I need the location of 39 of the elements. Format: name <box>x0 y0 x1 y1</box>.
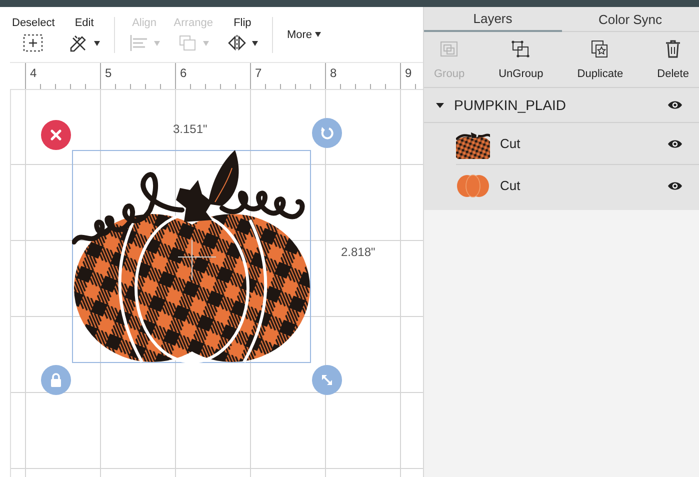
duplicate-button[interactable]: Duplicate <box>573 32 628 87</box>
ungroup-button[interactable]: UnGroup <box>494 32 548 87</box>
lock-handle[interactable] <box>41 365 71 395</box>
resize-handle[interactable] <box>312 365 342 395</box>
height-dimension: 2.818" <box>341 245 376 259</box>
ruler-number: 6 <box>175 63 250 89</box>
flip-icon <box>226 34 247 52</box>
rotate-handle[interactable] <box>312 118 342 148</box>
width-dimension: 3.151" <box>173 122 208 136</box>
deselect-button[interactable]: Deselect <box>12 17 55 52</box>
layer-name[interactable]: Cut <box>500 178 667 193</box>
delete-button[interactable]: Delete <box>653 32 693 87</box>
expand-toggle-icon[interactable] <box>436 102 444 108</box>
eye-icon[interactable] <box>667 180 683 192</box>
flip-button[interactable]: Flip <box>226 17 258 52</box>
delete-handle[interactable] <box>41 120 71 150</box>
group-icon <box>439 40 460 58</box>
rotate-icon <box>320 126 334 140</box>
lock-icon <box>50 373 62 387</box>
eye-icon[interactable] <box>667 138 683 150</box>
layer-group-name[interactable]: PUMPKIN_PLAID <box>454 97 667 113</box>
more-button[interactable]: More <box>286 28 321 40</box>
ungroup-icon <box>510 40 531 58</box>
layer-name[interactable]: Cut <box>500 136 667 151</box>
ruler-number: 7 <box>250 63 325 89</box>
panel-tab[interactable]: Layers <box>424 7 562 32</box>
close-icon <box>50 129 62 141</box>
panel-tab[interactable]: Color Sync <box>562 7 699 32</box>
dashed-box-icon <box>23 34 44 52</box>
edit-button[interactable]: Edit <box>68 17 100 52</box>
eye-icon[interactable] <box>667 99 683 111</box>
stacked-squares-icon <box>178 34 198 52</box>
ruler-number: 4 <box>25 63 100 89</box>
ruler-number: 5 <box>100 63 175 89</box>
resize-arrows-icon <box>321 374 333 386</box>
align-left-icon <box>128 34 149 52</box>
ruler-number: 8 <box>325 63 400 89</box>
duplicate-icon <box>590 40 610 58</box>
solid-pumpkin-thumbnail <box>456 174 490 198</box>
